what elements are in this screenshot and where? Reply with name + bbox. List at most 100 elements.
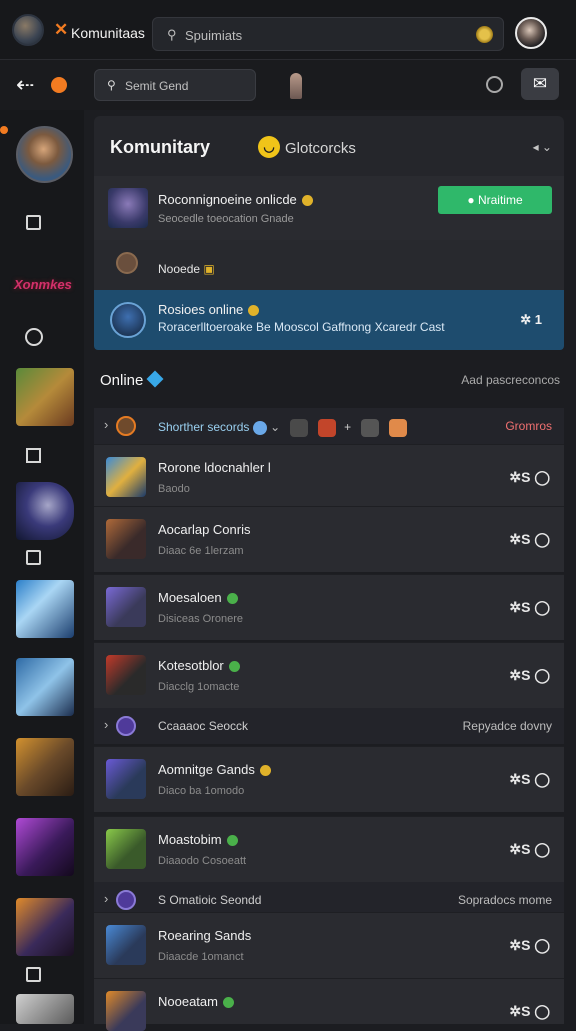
highlight-title: Rosioes online xyxy=(158,302,260,317)
community-header: Komunitary ◡ Glotcorcks ◂ ⌄ xyxy=(94,116,564,176)
highlight-card[interactable]: Rosioes online Roracerlltoeroake Be Moos… xyxy=(94,290,564,350)
item-settings-icon[interactable]: ✲S ◯ xyxy=(509,841,550,858)
item-title: Aomnitge Gands xyxy=(158,762,271,777)
square-icon[interactable] xyxy=(26,550,41,565)
compass-icon[interactable] xyxy=(25,328,43,346)
back-arrow-icon[interactable]: ⇠ xyxy=(16,72,34,98)
notification-dot-icon[interactable] xyxy=(51,77,67,93)
item-thumb xyxy=(106,587,146,627)
item-settings-icon[interactable]: ✲S ◯ xyxy=(509,469,550,486)
item-settings-icon[interactable]: ✲S ◯ xyxy=(509,1003,550,1020)
chevron-down-icon[interactable]: ◂ ⌄ xyxy=(533,140,552,154)
game-thumb-6[interactable] xyxy=(16,818,74,876)
user-avatar[interactable] xyxy=(515,17,547,49)
item-settings-icon[interactable]: ✲S ◯ xyxy=(509,531,550,548)
item-title: Aocarlap Conris xyxy=(158,522,251,537)
featured-card-2[interactable]: Nooede ▣ xyxy=(94,240,564,290)
item-thumb xyxy=(106,519,146,559)
group-right-label[interactable]: Gromros xyxy=(505,419,552,433)
item-title: Moastobim xyxy=(158,832,238,847)
item-subtitle: Disiceas Oronere xyxy=(158,613,243,625)
featured-subtitle: Seocedle toeocation Gnade xyxy=(158,213,294,225)
square-icon[interactable] xyxy=(26,967,41,982)
coin-badge-icon xyxy=(301,195,313,207)
highlight-thumb xyxy=(110,302,146,338)
mini-icon-3[interactable] xyxy=(361,419,380,437)
list-item[interactable]: Aomnitge Gands Diaco ba 1omodo ✲S ◯ xyxy=(94,746,564,812)
item-settings-icon[interactable]: ✲S ◯ xyxy=(509,771,550,788)
group-header-1[interactable]: › Shorther secords ⌄ + Gromros xyxy=(94,408,564,444)
group-label: S Omatioic Seondd xyxy=(158,893,262,907)
featured-card[interactable]: Roconnignoeine onlicde Seocedle toeocati… xyxy=(94,176,564,240)
featured-thumb xyxy=(108,188,148,228)
game-thumb-8[interactable] xyxy=(16,994,74,1024)
list-item[interactable]: Nooeatam ✲S ◯ xyxy=(94,978,564,1031)
mini-icon-1[interactable] xyxy=(290,419,309,437)
group-label: Shorther secords ⌄ + xyxy=(158,419,408,437)
list-item[interactable]: Roearing Sands Diaacde 1omanct ✲S ◯ xyxy=(94,912,564,978)
game-thumb-7[interactable] xyxy=(16,898,74,956)
item-settings-icon[interactable]: ✲S ◯ xyxy=(509,599,550,616)
list-item[interactable]: Kotesotblor Diacclg 1omacte ✲S ◯ xyxy=(94,642,564,708)
coin-icon[interactable] xyxy=(476,26,493,43)
highlight-subtitle: Roracerlltoeroake Be Mooscol Gaffnong Xc… xyxy=(158,320,445,334)
sub-toolbar: ⇠ ⚲ Semit Gend ✉ xyxy=(0,60,576,110)
gem-icon xyxy=(146,370,164,388)
group-label: Ccaaaoc Seocck xyxy=(158,719,249,733)
game-thumb-5[interactable] xyxy=(16,738,74,796)
group-header-2[interactable]: › Ccaaaoc Seocck Repyadce dovny xyxy=(94,708,564,744)
square-icon[interactable] xyxy=(26,215,41,230)
group-right-label[interactable]: Sopradocs mome xyxy=(458,893,552,907)
search-icon: ⚲ xyxy=(107,78,116,92)
chevron-right-icon[interactable]: › xyxy=(104,417,108,432)
item-settings-icon[interactable]: ✲S ◯ xyxy=(509,937,550,954)
game-thumb-4[interactable] xyxy=(16,658,74,716)
game-thumb-3[interactable] xyxy=(16,580,74,638)
item-subtitle: Baodo xyxy=(158,483,190,495)
highlight-count[interactable]: ✲ 1 xyxy=(520,312,542,328)
item-thumb xyxy=(106,759,146,799)
item-subtitle: Diaacde 1omanct xyxy=(158,951,244,963)
sidebar-avatar[interactable] xyxy=(16,126,73,183)
list-item[interactable]: Aocarlap Conris Diaac 6e 1lerzam ✲S ◯ xyxy=(94,506,564,572)
community-subtitle[interactable]: Glotcorcks xyxy=(285,140,356,157)
sidebar-status-dot xyxy=(0,126,8,134)
item-thumb xyxy=(106,925,146,965)
character-figure-icon xyxy=(290,73,302,99)
status-circle-icon[interactable] xyxy=(486,76,503,93)
top-bar: ✕ Komunitaas ⚲ Spuimiats xyxy=(0,0,576,60)
item-subtitle: Diaco ba 1omodo xyxy=(158,785,245,797)
chevron-down-icon[interactable]: ⌄ xyxy=(270,420,280,434)
item-title: Kotesotblor xyxy=(158,658,240,673)
plus-icon[interactable]: + xyxy=(344,420,351,434)
sidebar: Xonmkes xyxy=(0,110,84,1024)
item-settings-icon[interactable]: ✲S ◯ xyxy=(509,667,550,684)
list-item[interactable]: Rorone ldocnahler l Baodo ✲S ◯ xyxy=(94,444,564,510)
emoji-icon: ◡ xyxy=(258,136,280,158)
chevron-right-icon[interactable]: › xyxy=(104,717,108,732)
mini-icon-4[interactable] xyxy=(389,419,408,437)
profile-avatar[interactable] xyxy=(12,14,44,46)
list-item[interactable]: Moesaloen Disiceas Oronere ✲S ◯ xyxy=(94,574,564,640)
new-message-button[interactable]: ✉ xyxy=(521,68,559,100)
online-badge-icon xyxy=(222,997,234,1009)
chest-icon: ▣ xyxy=(203,262,215,276)
main-panel: Komunitary ◡ Glotcorcks ◂ ⌄ Roconnignoei… xyxy=(92,110,576,1031)
community-search-input[interactable]: ⚲ Semit Gend xyxy=(94,69,256,101)
game-logo[interactable]: Xonmkes xyxy=(14,258,78,310)
join-button[interactable]: ● Nraitime xyxy=(438,186,552,214)
chevron-right-icon[interactable]: › xyxy=(104,891,108,906)
list-item[interactable]: Moastobim Diaaodo Cosoeatt ✲S ◯ xyxy=(94,816,564,882)
game-thumb-1[interactable] xyxy=(16,368,74,426)
item-thumb xyxy=(106,991,146,1031)
community-search-placeholder: Semit Gend xyxy=(125,79,189,93)
game-thumb-2[interactable] xyxy=(16,482,74,540)
online-section-link[interactable]: Aad pascreconcos xyxy=(461,373,560,387)
item-subtitle: Diaaodo Cosoeatt xyxy=(158,855,247,867)
group-icon xyxy=(116,890,136,910)
global-search-input[interactable]: ⚲ Spuimiats xyxy=(152,17,504,51)
mini-icon-2[interactable] xyxy=(318,419,337,437)
page-title: Komunitary xyxy=(110,137,211,157)
group-right-label[interactable]: Repyadce dovny xyxy=(463,719,552,733)
image-icon[interactable] xyxy=(26,448,41,463)
